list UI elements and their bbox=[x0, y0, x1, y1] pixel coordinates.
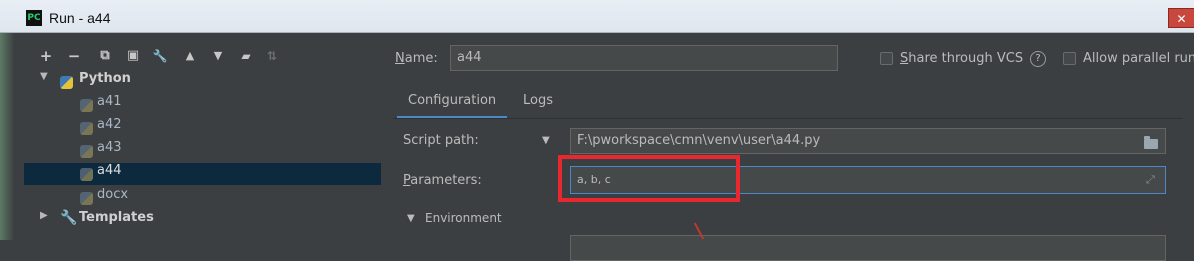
configurations-tree-panel: + − ⧉ ▣ 🔧 ▲ ▼ ▰ ⇅ ▼ Python a41 a42 a43 a… bbox=[24, 33, 382, 240]
script-path-field[interactable]: F:\pworkspace\cmn\venv\user\a44.py bbox=[570, 128, 1166, 154]
tree-item-label: Python bbox=[79, 71, 131, 86]
tree-item-a41[interactable]: a41 bbox=[24, 94, 381, 116]
wrench-icon[interactable]: 🔧 bbox=[150, 45, 170, 67]
collapse-arrow-icon[interactable]: ▶ bbox=[40, 210, 48, 221]
script-path-label: Script path: bbox=[403, 133, 479, 148]
tree-item-label: a41 bbox=[97, 94, 122, 109]
browse-folder-icon[interactable] bbox=[1144, 136, 1158, 149]
move-down-icon[interactable]: ▼ bbox=[208, 45, 228, 67]
expand-arrow-icon[interactable]: ▼ bbox=[40, 71, 48, 82]
configuration-panel: Name: a44 Share through VCS ? Allow para… bbox=[381, 33, 1194, 261]
save-icon[interactable]: ▣ bbox=[123, 45, 143, 67]
remove-icon[interactable]: − bbox=[64, 45, 84, 67]
tree-item-docx[interactable]: docx bbox=[24, 187, 381, 209]
python-file-icon bbox=[80, 99, 93, 112]
background-window-edge bbox=[0, 33, 14, 240]
tree-item-label: docx bbox=[97, 187, 129, 202]
tree-item-a43[interactable]: a43 bbox=[24, 140, 381, 162]
tree-item-label: a42 bbox=[97, 117, 122, 132]
tree-item-a42[interactable]: a42 bbox=[24, 117, 381, 139]
pycharm-logo-icon: PC bbox=[26, 10, 42, 26]
wrench-icon: 🔧 bbox=[60, 210, 78, 226]
tree-item-templates[interactable]: ▶ 🔧 Templates bbox=[24, 210, 381, 232]
share-vcs-checkbox[interactable] bbox=[880, 52, 893, 65]
environment-field[interactable] bbox=[570, 235, 1166, 261]
sort-icon[interactable]: ⇅ bbox=[262, 45, 282, 67]
annotation-highlight-box bbox=[558, 155, 740, 202]
expand-field-icon[interactable]: ⤢ bbox=[1146, 173, 1155, 187]
help-icon[interactable]: ? bbox=[1030, 51, 1046, 67]
allow-parallel-label[interactable]: Allow parallel run bbox=[1083, 51, 1194, 66]
script-type-dropdown-icon[interactable]: ▼ bbox=[542, 135, 550, 146]
tabs-divider bbox=[393, 118, 1183, 119]
tree-item-label: a44 bbox=[97, 163, 122, 178]
allow-parallel-checkbox[interactable] bbox=[1063, 52, 1076, 65]
folder-icon[interactable]: ▰ bbox=[236, 45, 256, 67]
tree-item-label: a43 bbox=[97, 140, 122, 155]
share-vcs-label[interactable]: Share through VCS bbox=[900, 51, 1023, 66]
add-icon[interactable]: + bbox=[36, 45, 56, 67]
parameters-label: Parameters: bbox=[403, 173, 482, 188]
tab-configuration[interactable]: Configuration bbox=[397, 86, 508, 119]
tab-logs[interactable]: Logs bbox=[523, 86, 553, 116]
move-up-icon[interactable]: ▲ bbox=[180, 45, 200, 67]
name-label: Name: bbox=[395, 51, 438, 66]
python-file-icon bbox=[80, 192, 93, 205]
environment-section-label[interactable]: Environment bbox=[425, 211, 502, 225]
tree-item-label: Templates bbox=[79, 210, 154, 225]
window-title: Run - a44 bbox=[49, 10, 111, 26]
environment-collapse-icon[interactable]: ▼ bbox=[407, 213, 415, 224]
copy-icon[interactable]: ⧉ bbox=[95, 45, 115, 67]
close-button[interactable]: ✕ bbox=[1168, 8, 1194, 28]
python-file-icon bbox=[80, 168, 93, 181]
tree-item-python[interactable]: ▼ Python bbox=[24, 71, 381, 93]
python-file-icon bbox=[80, 122, 93, 135]
name-field[interactable]: a44 bbox=[450, 45, 838, 71]
tree-item-a44[interactable]: a44 bbox=[24, 163, 381, 185]
python-icon bbox=[60, 76, 73, 89]
python-file-icon bbox=[80, 145, 93, 158]
title-bar: PC Run - a44 ✕ bbox=[0, 0, 1194, 33]
